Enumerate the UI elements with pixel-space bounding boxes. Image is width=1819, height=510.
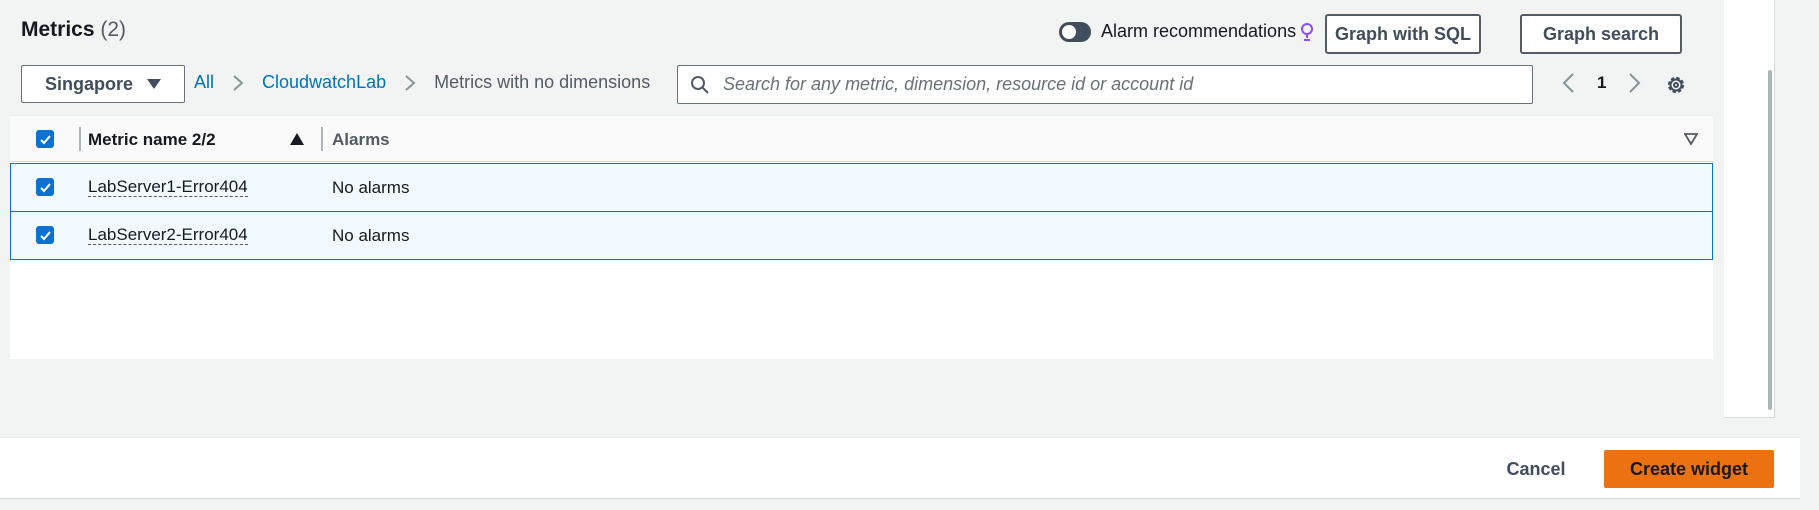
metric-search bbox=[677, 65, 1533, 104]
alarm-recommendations-label: Alarm recommendations bbox=[1101, 21, 1297, 41]
modal-footer: Cancel Create widget bbox=[0, 437, 1800, 499]
search-input[interactable] bbox=[723, 74, 1532, 95]
table-row[interactable]: LabServer1-Error404 No alarms bbox=[10, 163, 1713, 212]
breadcrumb: All CloudwatchLab Metrics with no dimens… bbox=[194, 72, 650, 93]
region-select-value: Singapore bbox=[44, 73, 133, 94]
column-header-metric-name[interactable]: Metric name 2/2 bbox=[88, 130, 216, 150]
metrics-table: Metric name 2/2 Alarms LabServer1-Error4… bbox=[10, 115, 1713, 359]
region-select[interactable]: Singapore bbox=[21, 65, 185, 103]
check-icon bbox=[39, 182, 51, 192]
metric-name-cell[interactable]: LabServer1-Error404 bbox=[88, 178, 248, 197]
table-row[interactable]: LabServer2-Error404 No alarms bbox=[10, 211, 1713, 260]
metric-name-cell[interactable]: LabServer2-Error404 bbox=[88, 226, 248, 245]
row-checkbox[interactable] bbox=[36, 226, 54, 244]
lightbulb-icon bbox=[1301, 22, 1314, 41]
search-icon bbox=[691, 75, 709, 94]
page-title: Metrics (2) bbox=[21, 18, 126, 42]
alarms-cell: No alarms bbox=[332, 226, 410, 245]
select-all-checkbox[interactable] bbox=[36, 130, 54, 148]
toggle-knob bbox=[1062, 24, 1076, 39]
check-icon bbox=[39, 230, 51, 240]
cancel-button[interactable]: Cancel bbox=[1480, 450, 1592, 488]
cloudwatch-add-metric-page: Metrics (2) Alarm recommendations Graph … bbox=[0, 0, 1819, 510]
alarms-cell: No alarms bbox=[332, 178, 410, 197]
graph-with-sql-button[interactable]: Graph with SQL bbox=[1325, 14, 1481, 54]
create-widget-button[interactable]: Create widget bbox=[1604, 450, 1774, 488]
column-divider bbox=[321, 127, 323, 151]
triangle-down-icon[interactable] bbox=[1684, 133, 1698, 145]
title-text: Metrics bbox=[21, 18, 95, 41]
title-count: (2) bbox=[100, 18, 127, 41]
metrics-panel: Metrics (2) Alarm recommendations Graph … bbox=[0, 0, 1714, 418]
table-header: Metric name 2/2 Alarms bbox=[10, 115, 1713, 162]
alarm-recommendations-toggle[interactable] bbox=[1059, 21, 1091, 42]
breadcrumb-current: Metrics with no dimensions bbox=[434, 72, 651, 92]
metrics-header: Metrics (2) Alarm recommendations Graph … bbox=[21, 14, 1682, 54]
column-divider bbox=[79, 127, 81, 151]
breadcrumb-namespace[interactable]: CloudwatchLab bbox=[262, 72, 386, 93]
breadcrumb-all[interactable]: All bbox=[194, 72, 214, 93]
current-page[interactable]: 1 bbox=[1597, 73, 1606, 93]
chevron-right-icon bbox=[405, 74, 416, 91]
column-header-alarms[interactable]: Alarms bbox=[332, 130, 390, 150]
chevron-right-icon bbox=[233, 74, 244, 91]
row-checkbox[interactable] bbox=[36, 178, 54, 196]
check-icon bbox=[39, 134, 51, 144]
scrollbar[interactable] bbox=[1768, 70, 1772, 410]
chevron-right-icon[interactable] bbox=[1628, 72, 1642, 94]
caret-down-icon bbox=[147, 79, 161, 89]
graph-search-button[interactable]: Graph search bbox=[1520, 14, 1682, 54]
sort-ascending-icon[interactable] bbox=[290, 133, 304, 145]
gear-icon[interactable] bbox=[1664, 73, 1688, 97]
pagination: 1 bbox=[1561, 72, 1642, 94]
alarm-recommendations: Alarm recommendations bbox=[1059, 21, 1314, 42]
chevron-left-icon[interactable] bbox=[1561, 72, 1575, 94]
